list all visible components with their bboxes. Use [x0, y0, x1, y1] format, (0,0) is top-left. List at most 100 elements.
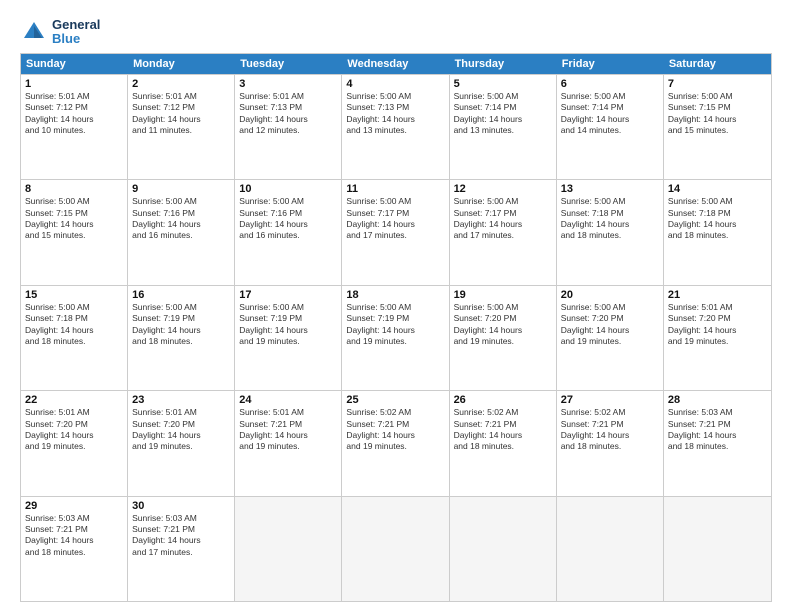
calendar-cell: 8Sunrise: 5:00 AMSunset: 7:15 PMDaylight… [21, 180, 128, 284]
calendar-week: 8Sunrise: 5:00 AMSunset: 7:15 PMDaylight… [21, 179, 771, 284]
calendar-cell [557, 497, 664, 601]
day-info: Sunrise: 5:01 AMSunset: 7:20 PMDaylight:… [668, 302, 767, 348]
calendar-week: 22Sunrise: 5:01 AMSunset: 7:20 PMDayligh… [21, 390, 771, 495]
day-number: 4 [346, 78, 444, 90]
calendar-cell: 24Sunrise: 5:01 AMSunset: 7:21 PMDayligh… [235, 391, 342, 495]
weekday-header: Saturday [664, 54, 771, 74]
calendar-cell [664, 497, 771, 601]
calendar-cell: 9Sunrise: 5:00 AMSunset: 7:16 PMDaylight… [128, 180, 235, 284]
day-number: 2 [132, 78, 230, 90]
day-info: Sunrise: 5:03 AMSunset: 7:21 PMDaylight:… [668, 407, 767, 453]
calendar-cell: 17Sunrise: 5:00 AMSunset: 7:19 PMDayligh… [235, 286, 342, 390]
calendar-cell: 13Sunrise: 5:00 AMSunset: 7:18 PMDayligh… [557, 180, 664, 284]
day-number: 24 [239, 394, 337, 406]
day-number: 15 [25, 289, 123, 301]
logo: General Blue [20, 18, 100, 47]
day-number: 1 [25, 78, 123, 90]
day-info: Sunrise: 5:00 AMSunset: 7:15 PMDaylight:… [668, 91, 767, 137]
calendar-cell: 6Sunrise: 5:00 AMSunset: 7:14 PMDaylight… [557, 75, 664, 179]
calendar-cell: 4Sunrise: 5:00 AMSunset: 7:13 PMDaylight… [342, 75, 449, 179]
weekday-header: Wednesday [342, 54, 449, 74]
day-info: Sunrise: 5:02 AMSunset: 7:21 PMDaylight:… [346, 407, 444, 453]
day-info: Sunrise: 5:00 AMSunset: 7:17 PMDaylight:… [346, 196, 444, 242]
day-number: 30 [132, 500, 230, 512]
calendar-cell: 22Sunrise: 5:01 AMSunset: 7:20 PMDayligh… [21, 391, 128, 495]
calendar-cell: 25Sunrise: 5:02 AMSunset: 7:21 PMDayligh… [342, 391, 449, 495]
day-info: Sunrise: 5:00 AMSunset: 7:20 PMDaylight:… [454, 302, 552, 348]
day-number: 28 [668, 394, 767, 406]
day-info: Sunrise: 5:00 AMSunset: 7:19 PMDaylight:… [239, 302, 337, 348]
day-number: 23 [132, 394, 230, 406]
day-info: Sunrise: 5:01 AMSunset: 7:20 PMDaylight:… [25, 407, 123, 453]
day-info: Sunrise: 5:00 AMSunset: 7:19 PMDaylight:… [346, 302, 444, 348]
day-info: Sunrise: 5:03 AMSunset: 7:21 PMDaylight:… [132, 513, 230, 559]
calendar-cell: 7Sunrise: 5:00 AMSunset: 7:15 PMDaylight… [664, 75, 771, 179]
day-info: Sunrise: 5:00 AMSunset: 7:16 PMDaylight:… [132, 196, 230, 242]
day-info: Sunrise: 5:01 AMSunset: 7:13 PMDaylight:… [239, 91, 337, 137]
day-number: 26 [454, 394, 552, 406]
calendar-cell: 11Sunrise: 5:00 AMSunset: 7:17 PMDayligh… [342, 180, 449, 284]
day-number: 25 [346, 394, 444, 406]
calendar-body: 1Sunrise: 5:01 AMSunset: 7:12 PMDaylight… [21, 74, 771, 601]
calendar-week: 15Sunrise: 5:00 AMSunset: 7:18 PMDayligh… [21, 285, 771, 390]
day-number: 11 [346, 183, 444, 195]
calendar-cell: 18Sunrise: 5:00 AMSunset: 7:19 PMDayligh… [342, 286, 449, 390]
day-info: Sunrise: 5:01 AMSunset: 7:20 PMDaylight:… [132, 407, 230, 453]
day-number: 27 [561, 394, 659, 406]
page: General Blue SundayMondayTuesdayWednesda… [0, 0, 792, 612]
day-number: 12 [454, 183, 552, 195]
day-number: 29 [25, 500, 123, 512]
day-number: 20 [561, 289, 659, 301]
calendar-cell: 1Sunrise: 5:01 AMSunset: 7:12 PMDaylight… [21, 75, 128, 179]
calendar-cell [342, 497, 449, 601]
day-number: 22 [25, 394, 123, 406]
calendar-cell: 21Sunrise: 5:01 AMSunset: 7:20 PMDayligh… [664, 286, 771, 390]
weekday-header: Sunday [21, 54, 128, 74]
day-info: Sunrise: 5:00 AMSunset: 7:14 PMDaylight:… [454, 91, 552, 137]
calendar-cell: 15Sunrise: 5:00 AMSunset: 7:18 PMDayligh… [21, 286, 128, 390]
day-info: Sunrise: 5:00 AMSunset: 7:13 PMDaylight:… [346, 91, 444, 137]
header: General Blue [20, 18, 772, 47]
calendar-week: 1Sunrise: 5:01 AMSunset: 7:12 PMDaylight… [21, 74, 771, 179]
day-info: Sunrise: 5:00 AMSunset: 7:15 PMDaylight:… [25, 196, 123, 242]
day-info: Sunrise: 5:00 AMSunset: 7:20 PMDaylight:… [561, 302, 659, 348]
weekday-header: Monday [128, 54, 235, 74]
logo-text: General Blue [52, 18, 100, 47]
day-number: 21 [668, 289, 767, 301]
day-number: 3 [239, 78, 337, 90]
calendar-cell: 10Sunrise: 5:00 AMSunset: 7:16 PMDayligh… [235, 180, 342, 284]
weekday-header: Thursday [450, 54, 557, 74]
calendar-cell: 27Sunrise: 5:02 AMSunset: 7:21 PMDayligh… [557, 391, 664, 495]
day-info: Sunrise: 5:03 AMSunset: 7:21 PMDaylight:… [25, 513, 123, 559]
day-info: Sunrise: 5:02 AMSunset: 7:21 PMDaylight:… [561, 407, 659, 453]
weekday-header: Tuesday [235, 54, 342, 74]
calendar-cell [450, 497, 557, 601]
calendar-cell: 2Sunrise: 5:01 AMSunset: 7:12 PMDaylight… [128, 75, 235, 179]
calendar-cell: 3Sunrise: 5:01 AMSunset: 7:13 PMDaylight… [235, 75, 342, 179]
day-info: Sunrise: 5:00 AMSunset: 7:16 PMDaylight:… [239, 196, 337, 242]
calendar-cell: 14Sunrise: 5:00 AMSunset: 7:18 PMDayligh… [664, 180, 771, 284]
day-info: Sunrise: 5:01 AMSunset: 7:12 PMDaylight:… [132, 91, 230, 137]
calendar-cell: 16Sunrise: 5:00 AMSunset: 7:19 PMDayligh… [128, 286, 235, 390]
day-info: Sunrise: 5:02 AMSunset: 7:21 PMDaylight:… [454, 407, 552, 453]
day-number: 8 [25, 183, 123, 195]
day-info: Sunrise: 5:00 AMSunset: 7:18 PMDaylight:… [668, 196, 767, 242]
day-number: 17 [239, 289, 337, 301]
logo-icon [20, 18, 48, 46]
day-number: 7 [668, 78, 767, 90]
calendar-cell: 29Sunrise: 5:03 AMSunset: 7:21 PMDayligh… [21, 497, 128, 601]
calendar-cell: 20Sunrise: 5:00 AMSunset: 7:20 PMDayligh… [557, 286, 664, 390]
calendar-cell [235, 497, 342, 601]
weekday-header: Friday [557, 54, 664, 74]
day-number: 9 [132, 183, 230, 195]
day-info: Sunrise: 5:01 AMSunset: 7:12 PMDaylight:… [25, 91, 123, 137]
day-info: Sunrise: 5:00 AMSunset: 7:18 PMDaylight:… [25, 302, 123, 348]
calendar: SundayMondayTuesdayWednesdayThursdayFrid… [20, 53, 772, 602]
day-number: 5 [454, 78, 552, 90]
day-number: 18 [346, 289, 444, 301]
calendar-cell: 30Sunrise: 5:03 AMSunset: 7:21 PMDayligh… [128, 497, 235, 601]
day-info: Sunrise: 5:00 AMSunset: 7:18 PMDaylight:… [561, 196, 659, 242]
day-number: 19 [454, 289, 552, 301]
day-info: Sunrise: 5:00 AMSunset: 7:14 PMDaylight:… [561, 91, 659, 137]
day-number: 16 [132, 289, 230, 301]
